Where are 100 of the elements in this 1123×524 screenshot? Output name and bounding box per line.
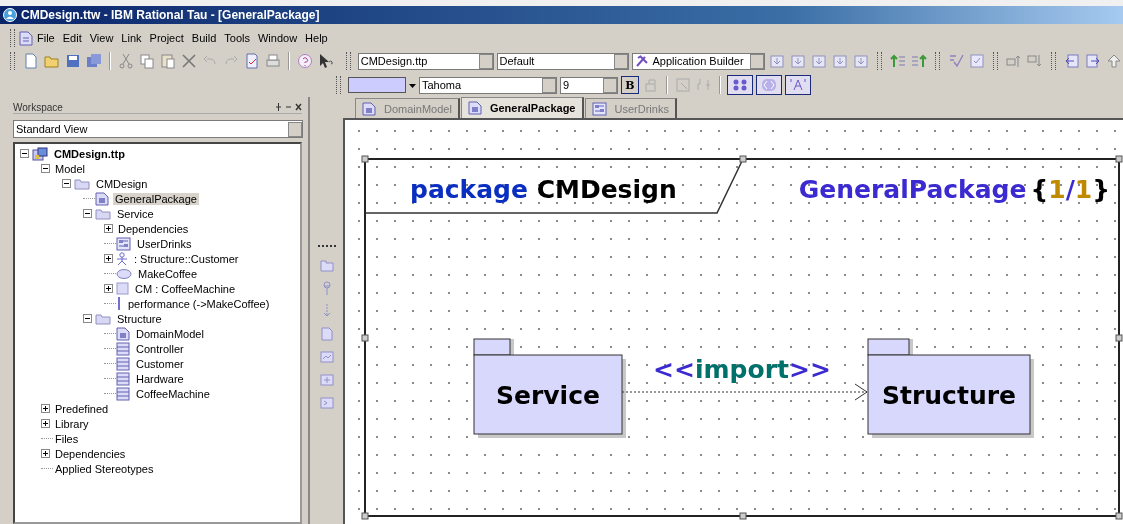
expand-toggle[interactable] xyxy=(41,404,50,413)
diagram-tool-icon[interactable] xyxy=(318,349,335,365)
class-icon xyxy=(116,341,130,356)
view-dropdown[interactable]: Standard View xyxy=(13,120,303,138)
print-icon[interactable] xyxy=(264,53,281,69)
copy-icon[interactable] xyxy=(138,53,155,69)
tree-item[interactable]: CMDesign.ttp xyxy=(52,147,127,160)
expand-toggle[interactable] xyxy=(41,449,50,458)
selection-handle[interactable] xyxy=(361,334,369,342)
tree-item[interactable]: Customer xyxy=(134,357,186,370)
note-tool-icon[interactable] xyxy=(318,326,335,342)
tree-item[interactable]: Model xyxy=(53,162,87,175)
build-down-icon[interactable] xyxy=(811,53,828,69)
selection-handle[interactable] xyxy=(1115,334,1123,342)
tree-item[interactable]: Structure xyxy=(115,312,164,325)
tree-item[interactable]: DomainModel xyxy=(134,327,206,340)
tree-item[interactable]: Predefined xyxy=(53,402,111,415)
move-down-icon[interactable] xyxy=(1027,53,1044,69)
paste-icon[interactable] xyxy=(159,53,176,69)
forward-icon[interactable] xyxy=(1085,53,1101,69)
close-icon[interactable] xyxy=(295,103,302,111)
new-file-icon[interactable] xyxy=(22,53,39,69)
collapse-toggle[interactable] xyxy=(20,149,29,158)
menu-item[interactable]: Window xyxy=(253,31,302,45)
menu-item[interactable]: Tools xyxy=(220,31,254,45)
collapse-toggle[interactable] xyxy=(83,314,92,323)
save-icon[interactable] xyxy=(64,53,81,69)
font-dropdown[interactable]: Tahoma xyxy=(419,76,557,94)
check-icon[interactable] xyxy=(948,53,965,69)
tree-item[interactable]: GeneralPackage xyxy=(113,192,199,205)
menu-item[interactable]: View xyxy=(85,31,118,45)
project-dropdown[interactable]: CMDesign.ttp xyxy=(357,52,494,70)
menu-item[interactable]: Project xyxy=(145,31,188,45)
menu-item[interactable]: Edit xyxy=(58,31,86,45)
configuration-dropdown[interactable]: Default xyxy=(496,52,630,70)
back-icon[interactable] xyxy=(1064,53,1080,69)
tree-item[interactable]: Hardware xyxy=(134,372,186,385)
selection-handle[interactable] xyxy=(361,155,369,163)
collapse-toggle[interactable] xyxy=(83,209,92,218)
tree-item[interactable]: Controller xyxy=(134,342,186,355)
tree-item[interactable]: Service xyxy=(115,207,156,220)
brackets-toggle-icon[interactable] xyxy=(756,75,782,95)
view-tool-icon[interactable] xyxy=(318,372,335,388)
document-icon[interactable] xyxy=(19,30,33,46)
menu-item[interactable]: Build xyxy=(187,31,221,45)
selection-handle[interactable] xyxy=(361,512,369,520)
grid-toggle-icon[interactable] xyxy=(727,75,753,95)
tree-item[interactable]: Applied Stereotypes xyxy=(53,462,156,475)
menu-item[interactable]: Link xyxy=(117,31,146,45)
tree-item[interactable]: CM : CoffeeMachine xyxy=(133,282,238,295)
color-swatch[interactable] xyxy=(348,77,406,93)
import-icon[interactable] xyxy=(890,53,907,69)
tree-item[interactable]: Dependencies xyxy=(53,447,128,460)
context-help-icon[interactable] xyxy=(317,53,334,69)
package-name: Service xyxy=(496,381,600,410)
stop-build-icon[interactable] xyxy=(853,53,870,69)
up-arrow-icon[interactable] xyxy=(1106,53,1122,69)
editor-tab[interactable]: GeneralPackage xyxy=(460,97,584,118)
tree-item[interactable]: CMDesign xyxy=(94,177,150,190)
expand-toggle[interactable] xyxy=(104,224,113,233)
frame-title: package CMDesign xyxy=(410,175,677,204)
expand-toggle[interactable] xyxy=(41,419,50,428)
check-document-icon[interactable] xyxy=(243,53,260,69)
build-up-icon[interactable] xyxy=(769,53,786,69)
tree-item[interactable]: Library xyxy=(53,417,91,430)
expand-toggle[interactable] xyxy=(104,254,113,263)
save-all-icon[interactable] xyxy=(85,53,102,69)
checkbox-icon[interactable] xyxy=(969,53,986,69)
text-toggle-icon[interactable] xyxy=(785,75,811,95)
bold-button[interactable]: B xyxy=(621,76,639,94)
collapse-toggle[interactable] xyxy=(41,164,50,173)
selection-handle[interactable] xyxy=(1115,512,1123,520)
builder-dropdown[interactable]: Application Builder xyxy=(632,52,766,70)
build-list-icon[interactable] xyxy=(832,53,849,69)
resize-icon[interactable] xyxy=(675,77,691,93)
delete-icon[interactable] xyxy=(180,53,197,69)
selection-handle[interactable] xyxy=(739,155,747,163)
export-icon[interactable] xyxy=(911,53,928,69)
diagram-title: GeneralPackage {1/1} xyxy=(798,175,1110,204)
selection-handle[interactable] xyxy=(739,512,747,520)
cut-icon[interactable] xyxy=(117,53,134,69)
expand-toggle[interactable] xyxy=(104,284,113,293)
collapse-toggle[interactable] xyxy=(62,179,71,188)
font-size-dropdown[interactable]: 9 xyxy=(560,76,618,94)
tree-item[interactable]: CoffeeMachine xyxy=(134,387,212,400)
tree-item[interactable]: MakeCoffee xyxy=(136,267,200,280)
package-tool-icon[interactable] xyxy=(318,257,335,273)
frame-tool-icon[interactable] xyxy=(318,395,335,411)
tree-item[interactable]: UserDrinks xyxy=(135,237,194,250)
tree-item[interactable]: Files xyxy=(53,432,81,445)
tree-item[interactable]: performance (->MakeCoffee) xyxy=(126,297,272,310)
folder-icon xyxy=(95,312,111,325)
tree-item[interactable]: Dependencies xyxy=(116,222,191,235)
menu-item[interactable]: File xyxy=(33,31,59,45)
move-up-icon[interactable] xyxy=(1006,53,1023,69)
selection-handle[interactable] xyxy=(1115,155,1123,163)
pin-icon[interactable] xyxy=(275,103,282,111)
tree-item[interactable]: : Structure::Customer xyxy=(132,252,241,265)
menu-item[interactable]: Help xyxy=(301,31,332,45)
build-icon[interactable] xyxy=(790,53,807,69)
